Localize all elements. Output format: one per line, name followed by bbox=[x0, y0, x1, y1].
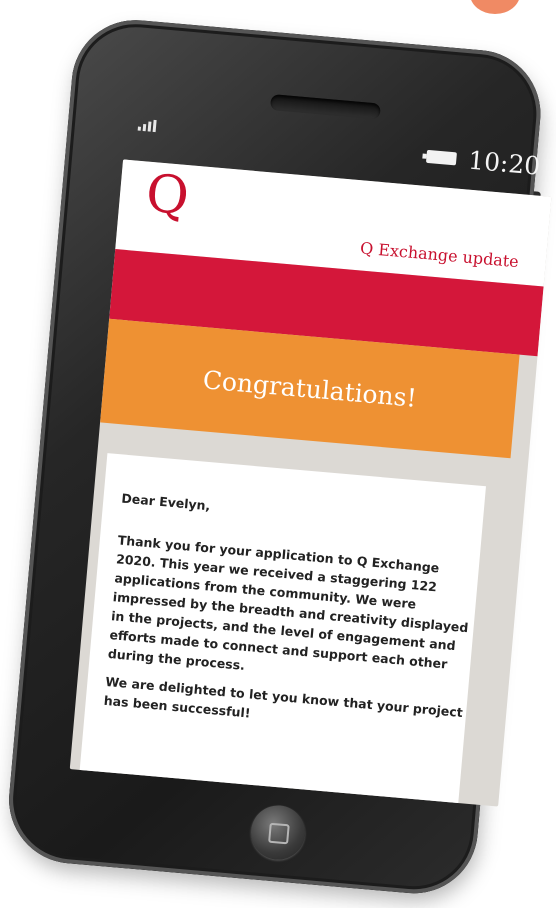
q-logo: Q bbox=[143, 163, 192, 228]
letter-body: Dear Evelyn, Thank you for your applicat… bbox=[78, 453, 486, 807]
phone-body: 10:20 Q Q Exchange update Congratulation… bbox=[3, 14, 552, 899]
banner-heading: Congratulations! bbox=[201, 365, 418, 413]
tilted-phone-group: 10:20 Q Q Exchange update Congratulation… bbox=[0, 0, 556, 908]
update-label: Q Exchange update bbox=[359, 238, 520, 272]
battery-icon bbox=[425, 149, 457, 166]
stage: 10:20 Q Q Exchange update Congratulation… bbox=[0, 0, 556, 908]
email-screen[interactable]: Q Q Exchange update Congratulations! Dea… bbox=[69, 159, 552, 807]
speaker-grille bbox=[269, 94, 381, 120]
signal-icon bbox=[137, 119, 157, 133]
home-square-icon bbox=[268, 822, 290, 845]
home-button[interactable] bbox=[248, 803, 308, 862]
status-time: 10:20 bbox=[467, 145, 542, 181]
decorative-dot bbox=[470, 0, 520, 14]
paragraph-application: Thank you for your application to Q Exch… bbox=[107, 532, 469, 673]
salutation: Dear Evelyn, bbox=[120, 490, 211, 514]
